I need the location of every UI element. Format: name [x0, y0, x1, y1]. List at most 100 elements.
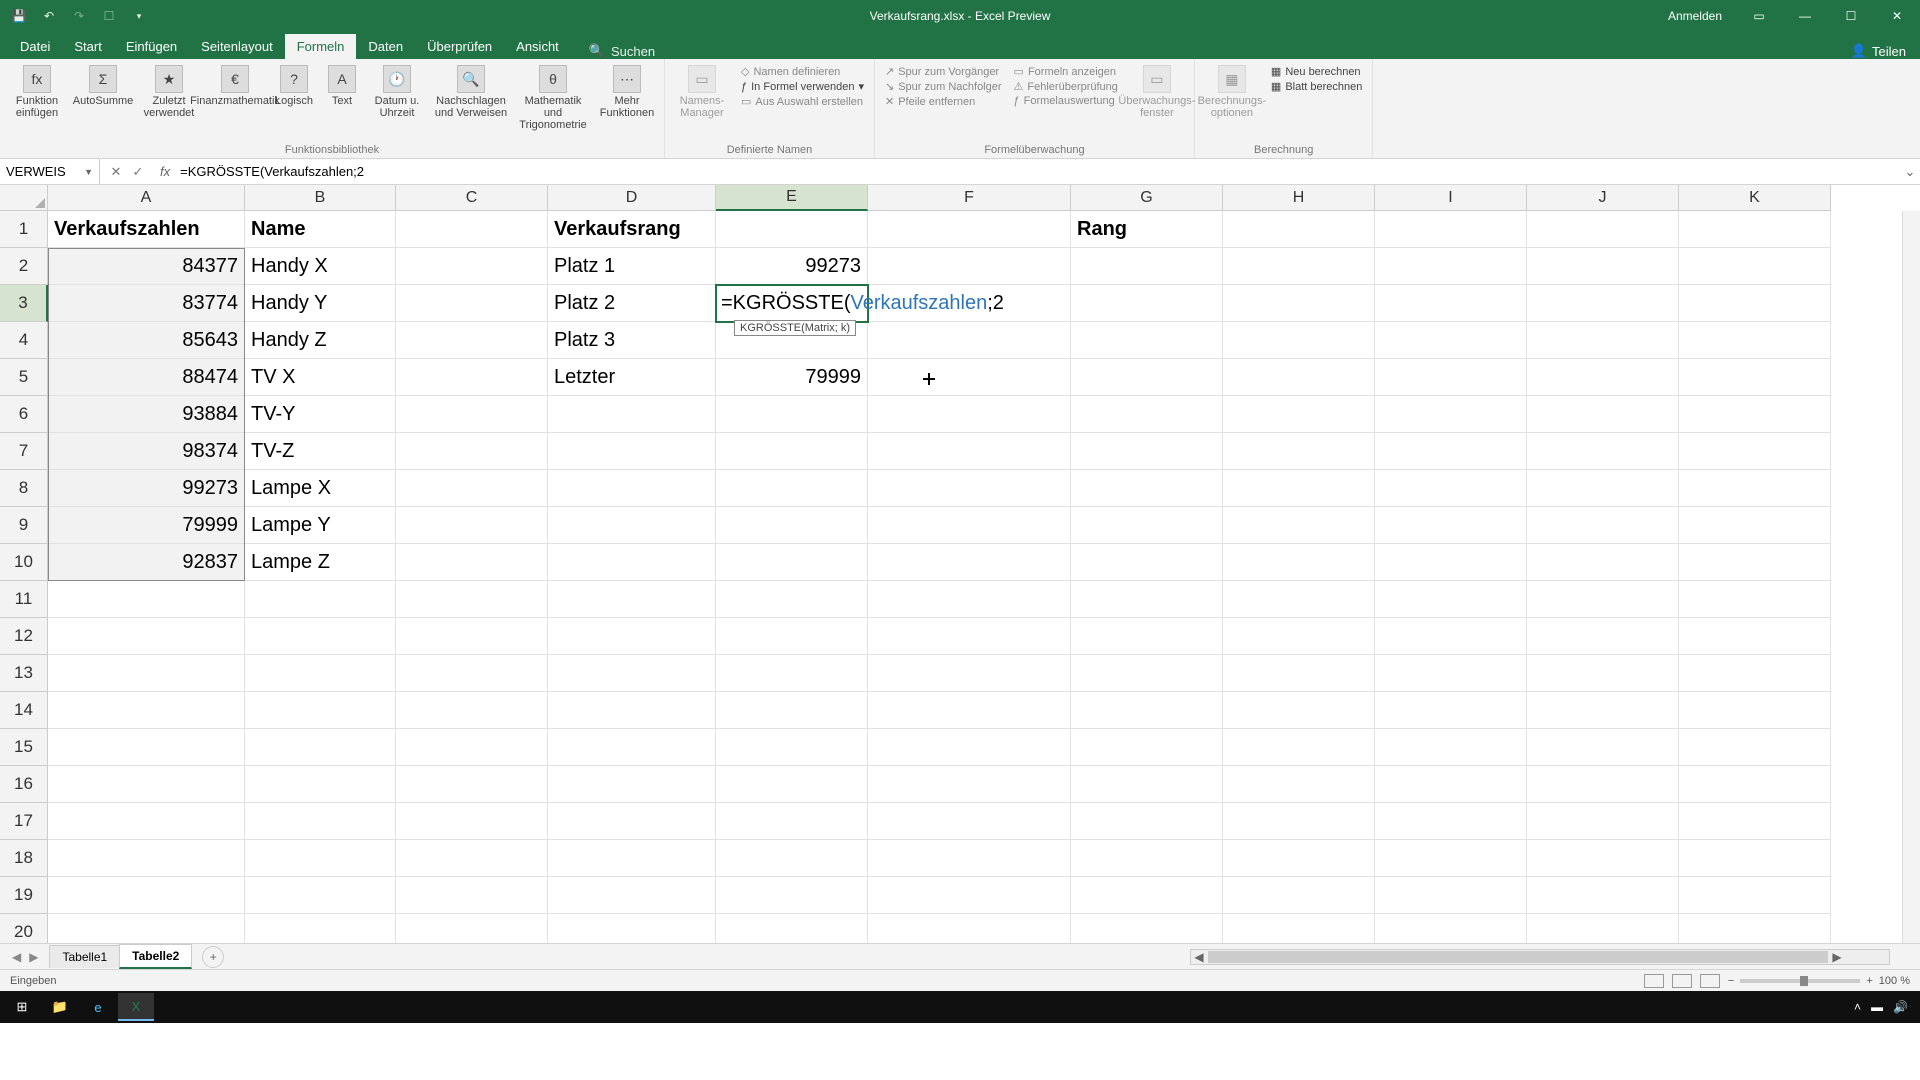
column-header[interactable]: E — [716, 185, 868, 211]
cell[interactable] — [245, 877, 396, 914]
column-header[interactable]: K — [1679, 185, 1831, 211]
cell[interactable] — [716, 840, 868, 877]
cell[interactable] — [1679, 692, 1831, 729]
cell[interactable] — [548, 729, 716, 766]
cell[interactable] — [548, 803, 716, 840]
cell[interactable] — [48, 618, 245, 655]
cell[interactable] — [548, 470, 716, 507]
share-button[interactable]: 👤Teilen — [1851, 43, 1906, 59]
cell[interactable] — [548, 618, 716, 655]
cell[interactable] — [1375, 211, 1527, 248]
cell[interactable] — [396, 507, 548, 544]
row-header[interactable]: 12 — [0, 618, 48, 655]
cell[interactable] — [1679, 433, 1831, 470]
tray-network-icon[interactable]: ▬ — [1871, 1000, 1883, 1014]
cell[interactable] — [868, 322, 1071, 359]
cell[interactable] — [1375, 692, 1527, 729]
logical-button[interactable]: ?Logisch — [270, 63, 318, 107]
cell[interactable] — [396, 544, 548, 581]
touch-mode-icon[interactable]: ☐ — [98, 5, 120, 27]
cell[interactable] — [1223, 803, 1375, 840]
cell[interactable]: Handy Z — [245, 322, 396, 359]
cell[interactable] — [1375, 729, 1527, 766]
row-header[interactable]: 11 — [0, 581, 48, 618]
cell[interactable] — [868, 211, 1071, 248]
cell[interactable] — [396, 655, 548, 692]
zoom-slider[interactable] — [1740, 979, 1860, 983]
cell[interactable] — [1679, 877, 1831, 914]
cell[interactable] — [1375, 507, 1527, 544]
cell[interactable]: 93884 — [48, 396, 245, 433]
cell[interactable] — [1527, 544, 1679, 581]
cell[interactable] — [1527, 285, 1679, 322]
cell[interactable] — [396, 433, 548, 470]
cell[interactable] — [868, 544, 1071, 581]
tab-formulas[interactable]: Formeln — [285, 34, 357, 59]
horizontal-scrollbar[interactable]: ◀▶ — [1190, 949, 1890, 965]
cell[interactable] — [48, 581, 245, 618]
cell[interactable] — [716, 211, 868, 248]
date-time-button[interactable]: 🕐Datum u. Uhrzeit — [366, 63, 428, 119]
cell[interactable] — [1223, 396, 1375, 433]
cell[interactable] — [868, 729, 1071, 766]
cell[interactable] — [396, 877, 548, 914]
cell[interactable] — [868, 840, 1071, 877]
cell[interactable]: Verkaufszahlen — [48, 211, 245, 248]
tray-volume-icon[interactable]: 🔊 — [1893, 1000, 1908, 1014]
column-header[interactable]: A — [48, 185, 245, 211]
cell[interactable]: 92837 — [48, 544, 245, 581]
cell[interactable] — [1527, 248, 1679, 285]
cell[interactable] — [1679, 914, 1831, 943]
cell[interactable] — [716, 470, 868, 507]
cell[interactable] — [1527, 729, 1679, 766]
use-in-formula-button[interactable]: ƒ In Formel verwenden ▾ — [741, 80, 864, 93]
cell[interactable]: 88474 — [48, 359, 245, 396]
cell[interactable] — [868, 581, 1071, 618]
cell[interactable] — [396, 211, 548, 248]
row-header[interactable]: 20 — [0, 914, 48, 943]
normal-view-icon[interactable] — [1644, 974, 1664, 988]
cell[interactable]: 85643 — [48, 322, 245, 359]
cell[interactable] — [245, 618, 396, 655]
tab-view[interactable]: Ansicht — [504, 34, 571, 59]
cell[interactable] — [716, 803, 868, 840]
cell[interactable] — [48, 766, 245, 803]
recently-used-button[interactable]: ★Zuletzt verwendet — [138, 63, 200, 119]
tab-data[interactable]: Daten — [356, 34, 415, 59]
cell[interactable] — [48, 655, 245, 692]
cell[interactable] — [245, 766, 396, 803]
cell[interactable] — [396, 285, 548, 322]
cell[interactable]: 79999 — [48, 507, 245, 544]
cell[interactable] — [868, 507, 1071, 544]
cell[interactable] — [1679, 507, 1831, 544]
cell[interactable]: 98374 — [48, 433, 245, 470]
cell[interactable] — [716, 507, 868, 544]
cell[interactable] — [1071, 840, 1223, 877]
cell[interactable] — [1223, 840, 1375, 877]
cell[interactable] — [716, 655, 868, 692]
cell[interactable] — [1375, 914, 1527, 943]
cell[interactable] — [1527, 359, 1679, 396]
cell[interactable] — [1679, 803, 1831, 840]
sheet-tab-2[interactable]: Tabelle2 — [119, 944, 192, 969]
cell[interactable] — [396, 729, 548, 766]
row-header[interactable]: 18 — [0, 840, 48, 877]
tab-review[interactable]: Überprüfen — [415, 34, 504, 59]
cell[interactable] — [1375, 581, 1527, 618]
column-header[interactable]: F — [868, 185, 1071, 211]
cell[interactable] — [868, 914, 1071, 943]
cell[interactable] — [396, 322, 548, 359]
cell[interactable] — [1527, 322, 1679, 359]
cell[interactable] — [1071, 396, 1223, 433]
cell[interactable] — [868, 285, 1071, 322]
insert-function-button[interactable]: fxFunktion einfügen — [6, 63, 68, 119]
cell[interactable] — [716, 766, 868, 803]
cell[interactable] — [1679, 655, 1831, 692]
cell[interactable] — [1071, 692, 1223, 729]
cell[interactable] — [245, 655, 396, 692]
cell[interactable] — [1071, 285, 1223, 322]
cell[interactable] — [1223, 692, 1375, 729]
cell[interactable] — [48, 803, 245, 840]
cell[interactable] — [1223, 470, 1375, 507]
cell[interactable] — [1071, 877, 1223, 914]
